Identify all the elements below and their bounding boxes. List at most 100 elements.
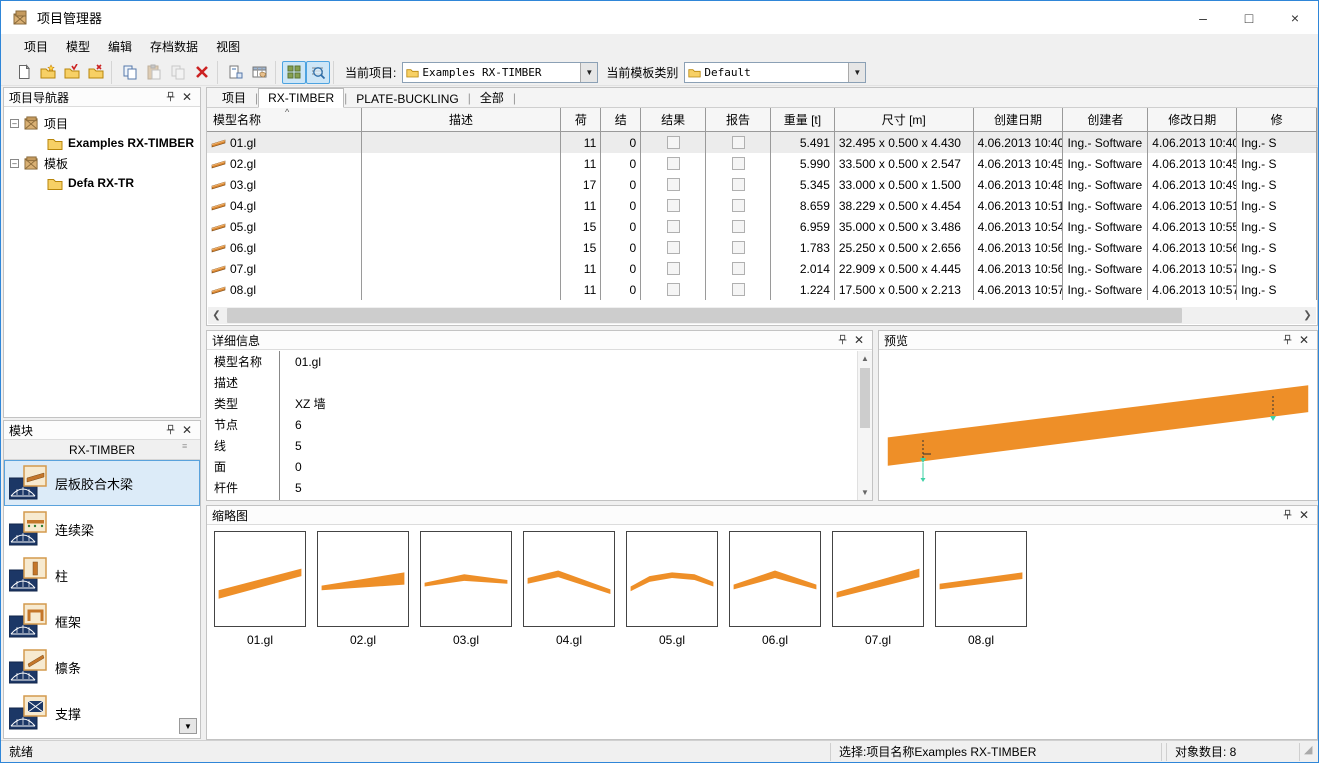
column-header-modified[interactable]: 修改日期 — [1148, 108, 1237, 131]
view-thumbnails-button[interactable] — [282, 61, 306, 84]
tree-item[interactable]: –模板 — [4, 153, 200, 173]
thumbnail-item[interactable]: 06.gl — [729, 531, 821, 647]
menu-item-2[interactable]: 模型 — [57, 35, 99, 58]
tab-项目[interactable]: 项目 — [213, 87, 255, 108]
scroll-up-icon[interactable]: ▲ — [858, 351, 872, 366]
details-scrollbar[interactable]: ▲ ▼ — [857, 351, 872, 500]
table-row[interactable]: 01.gl1105.49132.495 x 0.500 x 4.4304.06.… — [207, 132, 1317, 153]
checkbox-unchecked[interactable] — [667, 220, 680, 233]
close-panel-icon[interactable]: ✕ — [1296, 508, 1312, 523]
tab-全部[interactable]: 全部 — [471, 87, 513, 108]
module-item-glulam[interactable]: 层板胶合木梁 — [4, 460, 200, 506]
cell-report[interactable] — [706, 216, 771, 237]
expander-icon[interactable]: – — [10, 159, 19, 168]
module-group-header[interactable]: RX-TIMBER ≡ — [4, 440, 200, 460]
maximize-button[interactable]: □ — [1226, 1, 1272, 34]
checkbox-unchecked[interactable] — [667, 199, 680, 212]
close-panel-icon[interactable]: ✕ — [179, 90, 195, 105]
pin-icon[interactable] — [835, 333, 851, 348]
close-panel-icon[interactable]: ✕ — [1296, 333, 1312, 348]
thumbnail-item[interactable]: 08.gl — [935, 531, 1027, 647]
column-header-struct[interactable]: 结 — [601, 108, 641, 131]
menu-item-4[interactable]: 存档数据 — [141, 35, 207, 58]
checkbox-unchecked[interactable] — [667, 157, 680, 170]
table-row[interactable]: 02.gl1105.99033.500 x 0.500 x 2.5474.06.… — [207, 153, 1317, 174]
close-button[interactable]: × — [1272, 1, 1318, 34]
module-item-frame[interactable]: 框架 — [4, 598, 200, 644]
menu-item-3[interactable]: 编辑 — [99, 35, 141, 58]
module-item-continuous[interactable]: 连续梁 — [4, 506, 200, 552]
cell-report[interactable] — [706, 132, 771, 153]
module-item-purlin[interactable]: 檩条 — [4, 644, 200, 690]
tree-item[interactable]: Examples RX-TIMBER — [4, 133, 200, 153]
column-header-results[interactable]: 结果 — [641, 108, 706, 131]
dropdown-arrow-icon[interactable]: ▼ — [848, 63, 865, 82]
checkbox-unchecked[interactable] — [732, 262, 745, 275]
checkbox-unchecked[interactable] — [667, 283, 680, 296]
tree-item[interactable]: Defa RX-TR — [4, 173, 200, 193]
table-row[interactable]: 03.gl1705.34533.000 x 0.500 x 1.5004.06.… — [207, 174, 1317, 195]
scroll-left-icon[interactable]: ❮ — [208, 307, 225, 324]
cell-results[interactable] — [641, 279, 706, 300]
scroll-right-icon[interactable]: ❯ — [1299, 307, 1316, 324]
thumbnail-image[interactable] — [626, 531, 718, 627]
pin-icon[interactable] — [163, 90, 179, 105]
cell-results[interactable] — [641, 132, 706, 153]
thumbnail-image[interactable] — [832, 531, 924, 627]
thumbnail-image[interactable] — [317, 531, 409, 627]
thumbnail-item[interactable]: 03.gl — [420, 531, 512, 647]
import-model-button[interactable] — [224, 61, 248, 84]
scroll-down-button[interactable]: ▼ — [179, 718, 197, 734]
menu-item-1[interactable]: 项目 — [15, 35, 57, 58]
pin-icon[interactable] — [1280, 508, 1296, 523]
column-header-description[interactable]: 描述 — [362, 108, 562, 131]
checkbox-unchecked[interactable] — [732, 220, 745, 233]
table-row[interactable]: 05.gl1506.95935.000 x 0.500 x 3.4864.06.… — [207, 216, 1317, 237]
table-row[interactable]: 07.gl1102.01422.909 x 0.500 x 4.4454.06.… — [207, 258, 1317, 279]
column-header-weight[interactable]: 重量 [t] — [771, 108, 835, 131]
resize-grip[interactable]: ◢ — [1304, 743, 1318, 761]
thumbnail-image[interactable] — [935, 531, 1027, 627]
checkbox-unchecked[interactable] — [667, 262, 680, 275]
template-category-combobox[interactable]: Default ▼ — [684, 62, 866, 83]
archive-folder-button[interactable] — [84, 61, 108, 84]
tree-item[interactable]: –项目 — [4, 113, 200, 133]
checkbox-unchecked[interactable] — [732, 157, 745, 170]
checkbox-unchecked[interactable] — [667, 136, 680, 149]
cell-report[interactable] — [706, 174, 771, 195]
pin-icon[interactable] — [163, 423, 179, 438]
column-header-name[interactable]: 模型名称^ — [207, 108, 362, 131]
new-model-folder-button[interactable] — [36, 61, 60, 84]
column-header-created[interactable]: 创建日期 — [974, 108, 1064, 131]
close-panel-icon[interactable]: ✕ — [851, 333, 867, 348]
view-details-button[interactable] — [306, 61, 330, 84]
thumbnail-image[interactable] — [214, 531, 306, 627]
thumbnail-item[interactable]: 01.gl — [214, 531, 306, 647]
cell-report[interactable] — [706, 237, 771, 258]
table-row[interactable]: 06.gl1501.78325.250 x 0.500 x 2.6564.06.… — [207, 237, 1317, 258]
dropdown-arrow-icon[interactable]: ▼ — [580, 63, 597, 82]
cell-results[interactable] — [641, 216, 706, 237]
column-header-loads[interactable]: 荷 — [561, 108, 601, 131]
table-row[interactable]: 04.gl1108.65938.229 x 0.500 x 4.4544.06.… — [207, 195, 1317, 216]
table-row[interactable]: 08.gl1101.22417.500 x 0.500 x 2.2134.06.… — [207, 279, 1317, 300]
thumbnail-item[interactable]: 07.gl — [832, 531, 924, 647]
module-item-brace[interactable]: 支撑 — [4, 690, 200, 736]
thumbnail-image[interactable] — [420, 531, 512, 627]
column-header-modifier[interactable]: 修 — [1237, 108, 1317, 131]
thumbnail-image[interactable] — [729, 531, 821, 627]
column-header-report[interactable]: 报告 — [706, 108, 771, 131]
tab-rx-timber[interactable]: RX-TIMBER — [258, 88, 344, 108]
minimize-button[interactable]: – — [1180, 1, 1226, 34]
menu-item-5[interactable]: 视图 — [207, 35, 249, 58]
close-panel-icon[interactable]: ✕ — [179, 423, 195, 438]
cell-results[interactable] — [641, 258, 706, 279]
copy-button[interactable] — [118, 61, 142, 84]
expander-icon[interactable]: – — [10, 119, 19, 128]
scrollbar-thumb[interactable] — [227, 308, 1182, 323]
open-project-folder-button[interactable] — [60, 61, 84, 84]
thumbnail-item[interactable]: 04.gl — [523, 531, 615, 647]
horizontal-scrollbar[interactable]: ❮ ❯ — [208, 307, 1316, 324]
cell-results[interactable] — [641, 174, 706, 195]
column-header-size[interactable]: 尺寸 [m] — [835, 108, 974, 131]
